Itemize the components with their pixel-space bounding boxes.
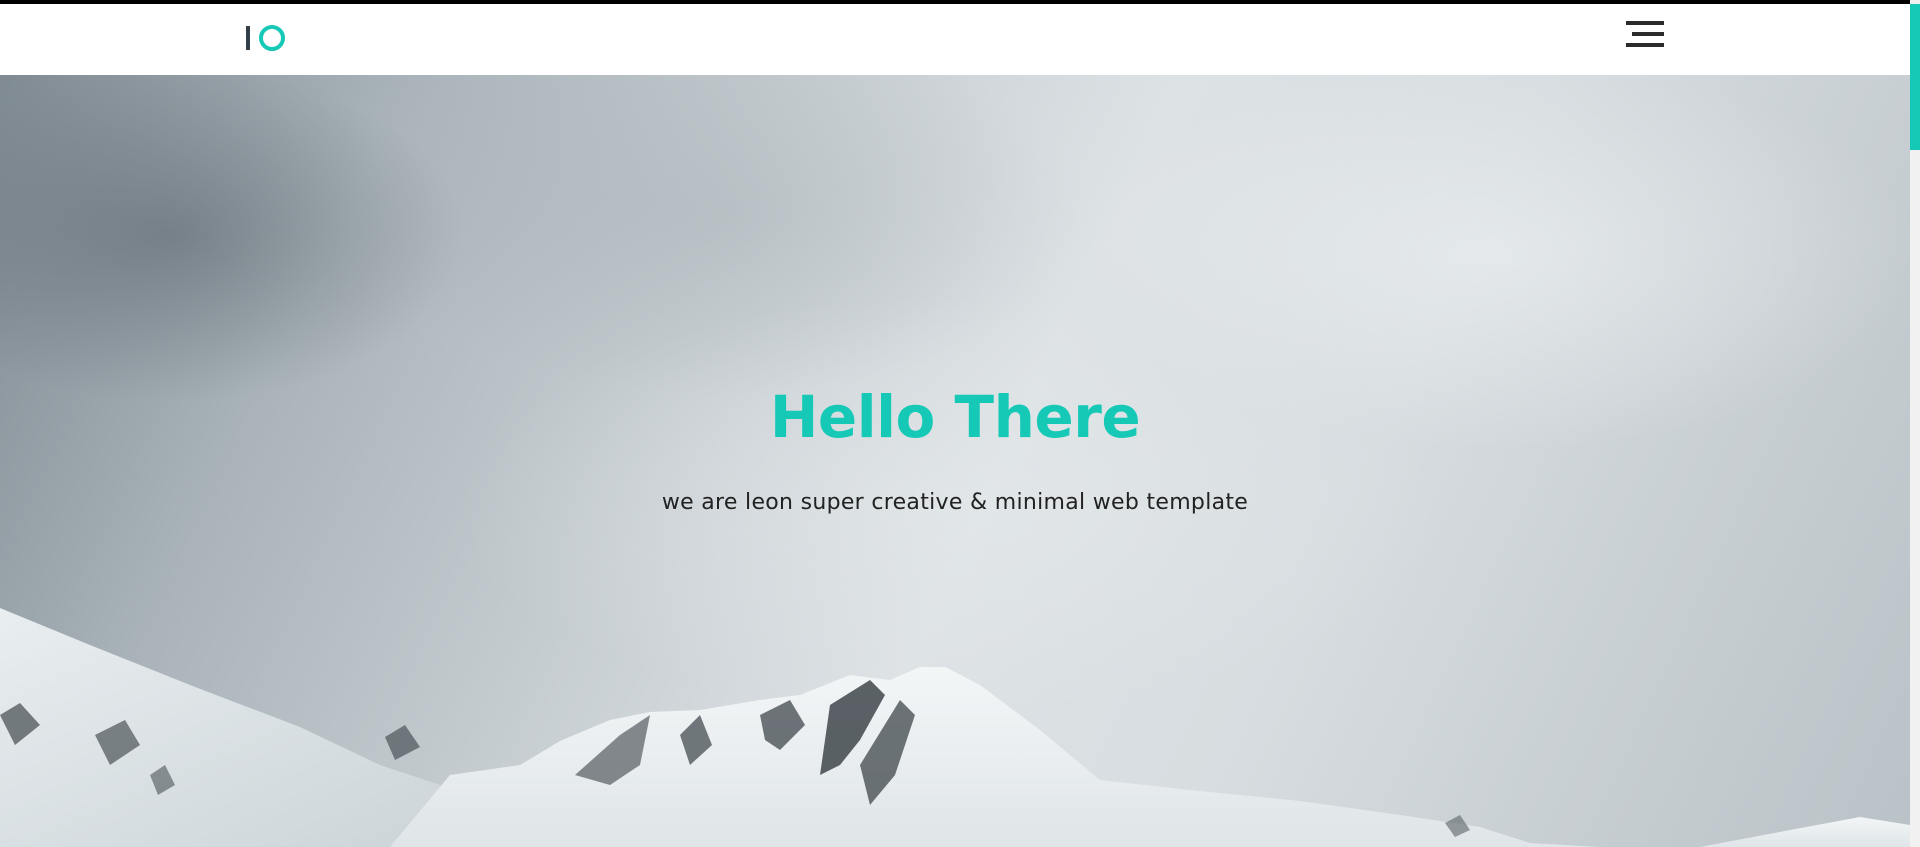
- logo-ring-shape: [259, 25, 285, 51]
- logo-bar-shape: [246, 26, 250, 50]
- hero-title: Hello There: [769, 383, 1141, 451]
- page: Hello There we are leon super creative &…: [0, 0, 1920, 847]
- hamburger-menu-icon[interactable]: [1626, 18, 1670, 52]
- scrollbar-thumb[interactable]: [1910, 4, 1920, 150]
- menu-line-bottom: [1626, 43, 1664, 47]
- hero-subtitle: we are leon super creative & minimal web…: [661, 490, 1249, 515]
- hero-section: Hello There we are leon super creative &…: [0, 75, 1910, 847]
- menu-line-middle: [1632, 32, 1664, 36]
- logo-icon[interactable]: [246, 23, 290, 53]
- mountain-background-image: [0, 608, 1910, 847]
- navbar: [0, 4, 1910, 75]
- menu-line-top: [1626, 21, 1664, 25]
